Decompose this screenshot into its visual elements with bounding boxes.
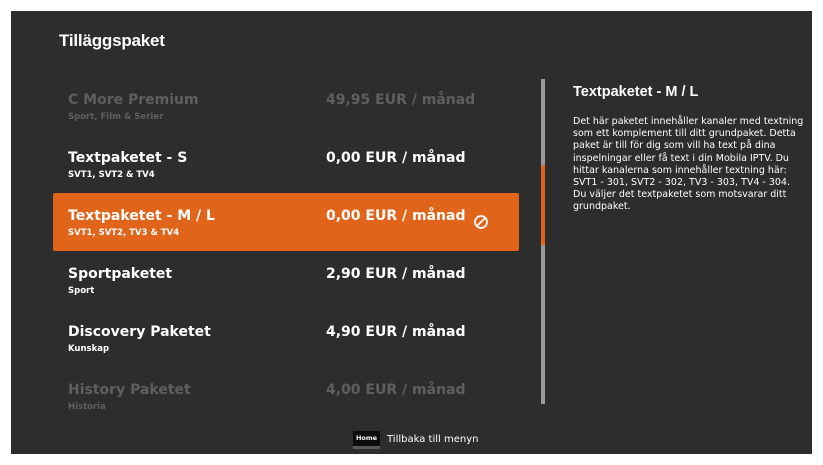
package-subtitle: SVT1, SVT2 & TV4 <box>68 170 155 180</box>
package-price: 0,00 EUR / månad <box>326 208 466 224</box>
package-item-c-more-premium[interactable]: C More Premium Sport, Film & Serier 49,9… <box>53 77 519 135</box>
package-list: C More Premium Sport, Film & Serier 49,9… <box>53 77 519 425</box>
package-price: 4,90 EUR / månad <box>326 324 466 340</box>
package-price: 0,00 EUR / månad <box>326 150 466 166</box>
package-name: Textpaketet - M / L <box>68 208 215 224</box>
package-subtitle: Sport <box>68 286 95 296</box>
package-subtitle: Kunskap <box>68 344 110 354</box>
package-name: Sportpaketet <box>68 266 173 282</box>
home-key-icon[interactable]: Home <box>353 431 380 449</box>
package-item-sportpaketet[interactable]: Sportpaketet Sport 2,90 EUR / månad <box>53 251 519 309</box>
package-subtitle: Sport, Film & Serier <box>68 112 164 122</box>
back-to-menu-label: Tillbaka till menyn <box>387 434 479 445</box>
scrollbar-thumb[interactable] <box>541 165 545 245</box>
package-price: 49,95 EUR / månad <box>326 92 476 108</box>
package-name: History Paketet <box>68 382 191 398</box>
package-item-textpaketet-m-l[interactable]: Textpaketet - M / L SVT1, SVT2, TV3 & TV… <box>53 193 519 251</box>
package-subtitle: Historia <box>68 402 106 412</box>
package-item-textpaketet-s[interactable]: Textpaketet - S SVT1, SVT2 & TV4 0,00 EU… <box>53 135 519 193</box>
scrollbar[interactable] <box>541 79 545 404</box>
package-name: Textpaketet - S <box>68 150 188 166</box>
tv-screen: Tilläggspaket C More Premium Sport, Film… <box>11 11 812 454</box>
blocked-icon <box>474 215 488 229</box>
package-price: 2,90 EUR / månad <box>326 266 466 282</box>
detail-title: Textpaketet - M / L <box>573 84 699 100</box>
package-item-history-paketet[interactable]: History Paketet Historia 4,00 EUR / måna… <box>53 367 519 425</box>
package-name: Discovery Paketet <box>68 324 211 340</box>
detail-description: Det här paketet innehåller kanaler med t… <box>573 116 804 213</box>
package-price: 4,00 EUR / månad <box>326 382 466 398</box>
package-name: C More Premium <box>68 92 199 108</box>
package-subtitle: SVT1, SVT2, TV3 & TV4 <box>68 228 180 238</box>
page-title: Tilläggspaket <box>59 31 165 50</box>
package-item-discovery-paketet[interactable]: Discovery Paketet Kunskap 4,90 EUR / mån… <box>53 309 519 367</box>
